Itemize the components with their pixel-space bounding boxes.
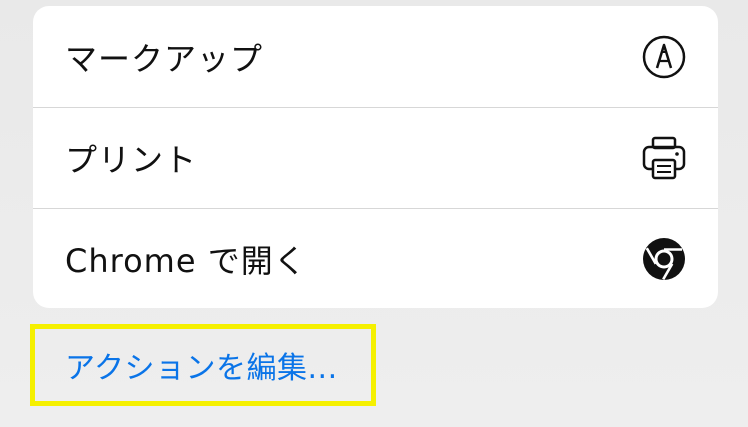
menu-item-label: マークアップ (65, 39, 264, 78)
markup-pen-icon (640, 33, 688, 81)
chrome-icon (640, 235, 688, 283)
menu-item-print[interactable]: プリント (33, 107, 718, 208)
actions-card: マークアップ プリント Chrome で開く (33, 6, 718, 308)
edit-actions-highlight: アクションを編集... (30, 324, 376, 406)
printer-icon (640, 134, 688, 182)
edit-actions-link[interactable]: アクションを編集... (65, 343, 338, 387)
share-sheet: マークアップ プリント Chrome で開く アクションを編集... (0, 0, 748, 427)
menu-item-open-in-chrome[interactable]: Chrome で開く (33, 208, 718, 308)
menu-item-markup[interactable]: マークアップ (33, 6, 718, 107)
menu-item-label: プリント (65, 141, 198, 179)
menu-item-label: Chrome で開く (65, 242, 307, 280)
